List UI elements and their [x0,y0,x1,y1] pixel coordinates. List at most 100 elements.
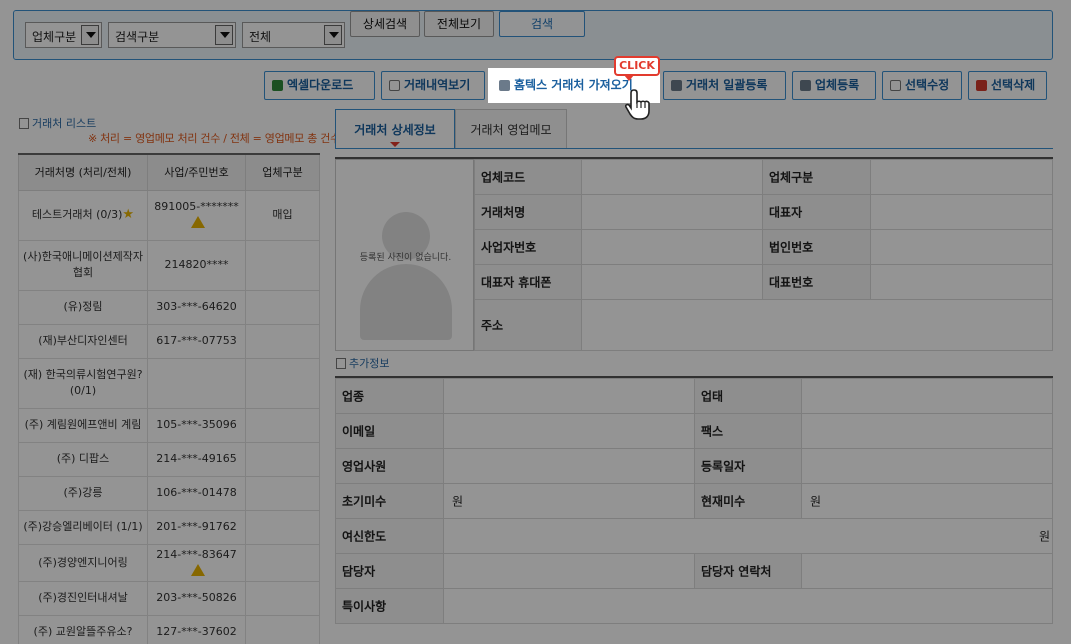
table-row[interactable]: (사)한국애니메이션제작자협회 214820**** [18,239,320,291]
initial-unpaid-unit: 원 [452,494,464,509]
tab-sales-memo[interactable]: 거래처 영업메모 [455,109,567,149]
company-type [245,509,320,545]
company-category-value [870,159,1053,195]
company-type [245,289,320,325]
main-phone-label-text: 대표번호 [769,275,814,290]
ceo-phone-value [581,264,763,300]
table-row[interactable]: (주)강승엘리베이터 (1/1) 201-***-91762 [18,509,320,545]
company-number: 106-***-01478 [147,475,246,511]
chevron-down-icon [324,25,342,45]
excel-download-button[interactable]: 엑셀다운로드 [264,71,375,100]
company-type [245,475,320,511]
main-phone-value [870,264,1053,300]
company-name: (주) 계림원에프앤비 계림 [18,407,148,443]
table-row[interactable]: (주) 디팝스 214-***-49165 [18,441,320,477]
star-icon: ★ [122,207,135,222]
sales-rep-label: 영업사원 [335,448,444,484]
company-type: 매입 [245,189,320,241]
tab-divider [335,148,1053,149]
category-select[interactable]: 업체구분 [25,22,102,48]
filter-select[interactable]: 전체 [242,22,345,48]
hometax-import-label: 홈텍스 거래처 가져오기 [514,78,633,92]
email-label-text: 이메일 [342,424,376,439]
table-row[interactable]: 테스트거래처 (0/3)★ 891005-******* 매입 [18,189,320,241]
delete-selected-label: 선택삭제 [991,78,1036,92]
table-row[interactable]: (주) 교원알뜰주유소? 127-***-37602 [18,614,320,644]
column-header-type[interactable]: 업체구분 [245,153,320,191]
company-name: (재)부산디자인센터 [18,323,148,359]
trash-icon [976,80,987,91]
fax-value [801,413,1053,449]
tab-company-detail[interactable]: 거래처 상세정보 [335,109,455,149]
table-row[interactable]: (유)정림 303-***-64620 [18,289,320,325]
transaction-history-label: 거래내역보기 [404,78,471,92]
ceo-phone-label-text: 대표자 휴대폰 [481,275,552,290]
notes-label-text: 특이사항 [342,599,387,614]
company-category-label-text: 업체구분 [769,170,814,185]
pointer-hand-icon [625,89,650,120]
notes-label: 특이사항 [335,588,444,624]
company-name-value [581,194,763,230]
initial-unpaid-label-text: 초기미수 [342,494,387,509]
credit-limit-label: 여신한도 [335,518,444,554]
manager-contact-label-text: 담당자 연락처 [701,564,772,579]
company-code-label: 업체코드 [474,159,582,195]
industry-value [443,378,695,414]
table-row[interactable]: (주) 계림원에프앤비 계림 105-***-35096 [18,407,320,443]
business-type-label-text: 업태 [701,389,724,404]
address-value [581,299,1053,351]
column-header-number[interactable]: 사업/주민번호 [147,153,246,191]
list-icon [336,358,346,369]
table-row[interactable]: (주)강릉 106-***-01478 [18,475,320,511]
detail-search-button[interactable]: 상세검색 [350,11,420,37]
ceo-label: 대표자 [762,194,871,230]
business-type-value [801,378,1053,414]
excel-download-label: 엑셀다운로드 [287,78,354,92]
search-bar: 업체구분 검색구분 전체 상세검색 전체보기 검색 [13,10,1053,60]
current-unpaid-label-text: 현재미수 [701,494,746,509]
sales-rep-label-text: 영업사원 [342,459,387,474]
register-company-button[interactable]: 업체등록 [792,71,876,100]
company-list-table: 거래처명 (처리/전체) 사업/주민번호 업체구분 테스트거래처 (0/3)★ … [18,153,320,644]
company-number: 127-***-37602 [147,614,246,644]
table-row[interactable]: (재)부산디자인센터 617-***-07753 [18,323,320,359]
company-name: (주)강릉 [18,475,148,511]
table-row[interactable]: (주)경양엔지니어링 214-***-83647 [18,543,320,582]
transaction-history-button[interactable]: 거래내역보기 [381,71,485,100]
ceo-value [870,194,1053,230]
company-type [245,441,320,477]
address-label: 주소 [474,299,582,351]
company-name: (주)경진인터내셔날 [18,580,148,616]
company-list-title: 거래처 리스트 [19,115,96,131]
search-type-select[interactable]: 검색구분 [108,22,236,48]
corporate-number-label: 법인번호 [762,229,871,265]
avatar-body [360,264,452,340]
table-row[interactable]: (주)경진인터내셔날 203-***-50826 [18,580,320,616]
business-type-label: 업태 [694,378,802,414]
search-button[interactable]: 검색 [499,11,585,37]
share-icon [890,80,901,91]
edit-selected-button[interactable]: 선택수정 [882,71,962,100]
company-type [245,614,320,644]
extra-info-title-text: 추가정보 [349,357,390,370]
current-unpaid-value: 원 [801,483,1053,519]
bulk-register-button[interactable]: 거래처 일괄등록 [663,71,786,100]
company-name: (주) 디팝스 [18,441,148,477]
chevron-down-icon [81,25,99,45]
company-number: 105-***-35096 [147,407,246,443]
company-number: 617-***-07753 [147,323,246,359]
company-name-label: 거래처명 [474,194,582,230]
no-photo-message: 등록된 사진이 없습니다. [359,253,452,263]
table-row[interactable]: (재) 한국의류시험연구원? (0/1) [18,357,320,409]
view-all-button[interactable]: 전체보기 [424,11,494,37]
fax-label: 팩스 [694,413,802,449]
credit-limit-value: 원 [443,518,1053,554]
column-header-name[interactable]: 거래처명 (처리/전체) [18,153,148,191]
company-name: (재) 한국의류시험연구원? (0/1) [18,357,148,409]
company-number: 214-***-83647 [156,547,237,561]
company-photo: 등록된 사진이 없습니다. [335,159,474,351]
delete-selected-button[interactable]: 선택삭제 [968,71,1047,100]
business-number-label: 사업자번호 [474,229,582,265]
company-name: (주)경양엔지니어링 [18,543,148,582]
company-number: 303-***-64620 [147,289,246,325]
